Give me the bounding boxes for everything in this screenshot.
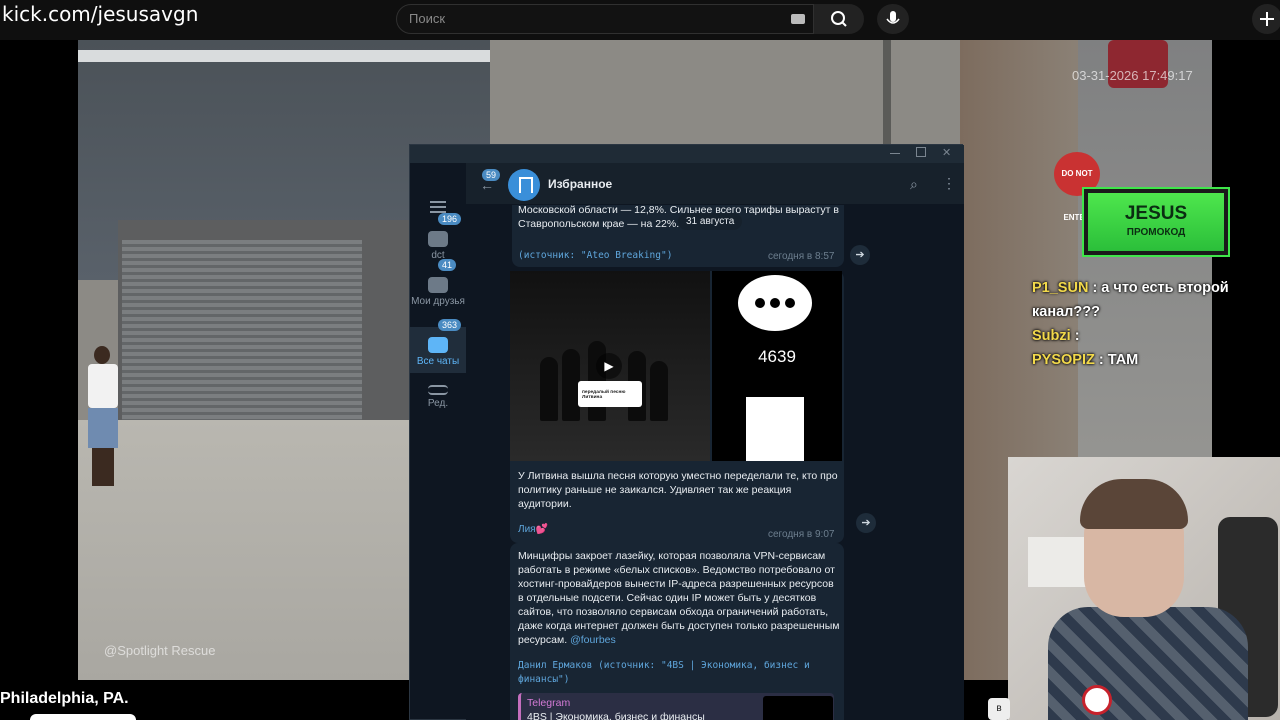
url-text[interactable]: kick.com/jesusavgn [2, 2, 198, 26]
promo-banner-inner: JESUS ПРОМОКОД [1088, 193, 1224, 251]
message-text: У Литвина вышла песня которую уместно пе… [518, 470, 838, 510]
stream-chat-overlay: P1_SUN : а что есть второй канал??? Subz… [1032, 276, 1272, 372]
message-bubble[interactable]: ▶ передалый песню Литвина 4639 У Литвина… [510, 271, 844, 543]
video-watermark: @Spotlight Rescue [104, 643, 216, 658]
unread-badge: 41 [438, 259, 457, 271]
utility-pole [883, 40, 891, 150]
folder-edit[interactable]: Ред. [410, 375, 466, 419]
message-list[interactable]: Московской области — 12,8%. Сильнее всег… [466, 205, 964, 720]
chat-username: P1_SUN [1032, 280, 1089, 296]
comment-count: 4639 [758, 347, 796, 366]
microphone-icon [886, 11, 900, 24]
chat-header: ← 59 Избранное ⌕ ⋮ [466, 163, 964, 205]
chat-message: P1_SUN : а что есть второй канал??? [1032, 276, 1272, 324]
preview-title: Telegram [527, 697, 571, 709]
message-body: Минцифры закроет лазейку, которая позвол… [518, 550, 840, 646]
folder-icon [428, 231, 448, 247]
video-caption-text: передалый песню Литвина [582, 390, 626, 400]
search-icon [831, 11, 847, 27]
chat-username: Subzi [1032, 328, 1071, 344]
forward-button[interactable]: ➔ [856, 513, 876, 533]
folder-all-chats[interactable]: 363 Все чаты [410, 319, 466, 373]
message-text: Минцифры закроет лазейку, которая позвол… [518, 549, 840, 647]
message-bubble[interactable]: Московской области — 12,8%. Сильнее всег… [512, 205, 844, 267]
small-overlay-icon[interactable]: в [988, 698, 1010, 720]
pedestrian [84, 346, 124, 486]
folder-icon [428, 277, 448, 293]
date-pill: 31 августа [678, 213, 743, 230]
folder-dct[interactable]: 196 dct [410, 213, 466, 265]
message-time: сегодня в 8:57 [768, 251, 835, 262]
image-thumbnail[interactable]: 4639 [712, 271, 842, 461]
chat-message: PYSOPIZ : ТАМ [1032, 348, 1272, 372]
webcam-hair [1080, 479, 1188, 529]
search-button[interactable] [814, 4, 864, 34]
chat-title[interactable]: Избранное [548, 177, 612, 191]
video-figure [540, 357, 558, 421]
preview-subtitle: 4BS | Экономика, бизнес и финансы [527, 711, 705, 720]
stream-location: Philadelphia, PA. [0, 690, 129, 707]
create-button[interactable] [1252, 4, 1280, 34]
message-source[interactable]: Данил Ермаков (источник: "4BS | Экономик… [518, 659, 838, 687]
chat-text: : ТАМ [1098, 352, 1139, 368]
minimize-button[interactable] [890, 153, 900, 163]
promo-banner: JESUS ПРОМОКОД [1082, 187, 1230, 257]
chat-search-icon[interactable]: ⌕ [910, 176, 918, 193]
forward-button[interactable]: ➔ [850, 245, 870, 265]
streamer-webcam [1008, 457, 1280, 720]
promo-subtitle: ПРОМОКОД [1126, 227, 1186, 238]
message-link[interactable]: @fourbes [570, 634, 616, 646]
video-figure [650, 361, 668, 421]
maximize-button[interactable] [916, 147, 926, 157]
keyboard-icon[interactable] [791, 14, 805, 24]
folder-label: Ред. [427, 398, 449, 409]
brand-logo-icon [1082, 685, 1112, 715]
window-titlebar: ✕ [410, 145, 964, 163]
folder-label: Все чаты [416, 356, 460, 367]
chat-username: PYSOPIZ [1032, 352, 1095, 368]
rolling-shutter [122, 240, 362, 430]
chat-message: Subzi : [1032, 324, 1272, 348]
video-thumbnail[interactable]: ▶ передалый песню Литвина [510, 271, 710, 461]
menu-icon[interactable] [430, 201, 446, 213]
speech-bubble-icon [738, 275, 812, 331]
promo-title: JESUS [1124, 203, 1188, 224]
saved-messages-avatar[interactable] [508, 169, 540, 201]
webcam-shirt [1048, 607, 1248, 720]
folder-rail: 196 dct 41 Мои друзья 363 Все чаты Ред. [410, 163, 466, 719]
search-input[interactable]: Поиск [396, 4, 814, 34]
play-icon[interactable]: ▶ [596, 353, 622, 379]
message-source[interactable]: (источник: "Ateo Breaking") [518, 250, 672, 261]
video-caption-card: передалый песню Литвина [578, 381, 642, 407]
link-preview[interactable]: Telegram 4BS | Экономика, бизнес и финан… [518, 693, 834, 720]
unread-badge: 363 [438, 319, 462, 331]
message-author[interactable]: Лия💕 [518, 524, 548, 535]
camera-timestamp: 03-31-2026 17:49:17 [1072, 68, 1193, 83]
browser-top-bar: kick.com/jesusavgn Поиск [0, 0, 1280, 40]
close-button[interactable]: ✕ [942, 146, 952, 159]
screen: kick.com/jesusavgn Поиск DO NOT ENTER 03… [0, 0, 1280, 720]
microphone-button[interactable] [877, 4, 909, 34]
bookmark-icon [746, 397, 804, 461]
chat-text: : [1074, 328, 1080, 344]
more-options-icon[interactable]: ⋮ [942, 175, 956, 192]
folder-friends[interactable]: 41 Мои друзья [410, 259, 466, 325]
wall-stripe [78, 50, 490, 62]
message-time: сегодня в 9:07 [768, 529, 835, 540]
bottom-button[interactable] [30, 714, 136, 720]
search-placeholder: Поиск [409, 11, 446, 26]
folder-label: Мои друзья [411, 296, 465, 307]
unread-badge: 196 [438, 213, 462, 225]
back-unread-badge: 59 [482, 169, 501, 181]
preview-thumbnail [763, 696, 833, 720]
sliders-icon [428, 385, 448, 395]
chats-icon [428, 337, 448, 353]
plus-icon [1260, 12, 1274, 26]
message-bubble[interactable]: Минцифры закроет лазейку, которая позвол… [510, 543, 844, 720]
telegram-window: ✕ 196 dct 41 Мои друзья 363 Все чаты Ред… [409, 144, 964, 720]
